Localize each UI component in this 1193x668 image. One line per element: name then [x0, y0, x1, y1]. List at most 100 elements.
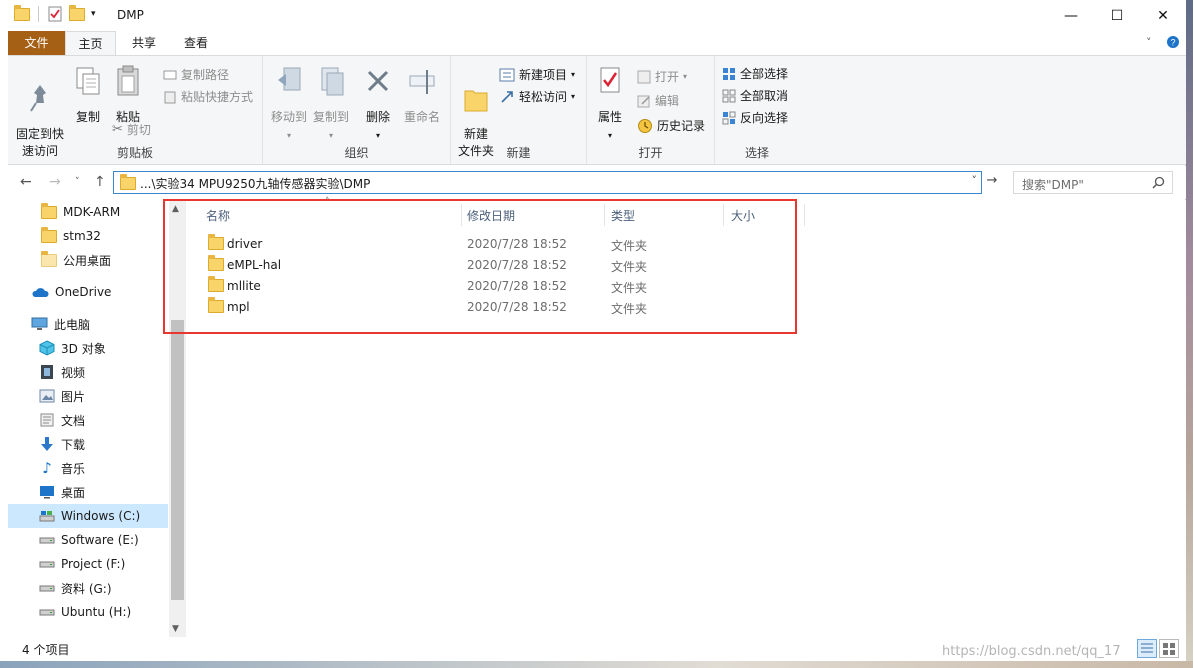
- forward-arrow-icon[interactable]: →: [49, 174, 61, 190]
- file-type: 文件夹: [611, 302, 648, 316]
- open-button[interactable]: 打开 ▾: [637, 68, 687, 85]
- tab-file[interactable]: 文件: [8, 31, 65, 56]
- nav-item-label: Software (E:): [61, 533, 139, 547]
- tab-home[interactable]: 主页: [65, 31, 116, 56]
- nav-item-windows-c[interactable]: Windows (C:): [8, 504, 168, 528]
- address-dropdown-icon[interactable]: ˅: [972, 174, 978, 187]
- properties-dropdown-icon: ▾: [607, 131, 612, 140]
- nav-item-this-pc[interactable]: 此电脑: [8, 312, 168, 336]
- column-header-size[interactable]: 大小: [731, 207, 755, 224]
- column-header-date[interactable]: 修改日期: [467, 207, 515, 224]
- nav-item-onedrive[interactable]: OneDrive: [8, 280, 168, 304]
- open-label: 打开: [655, 70, 680, 84]
- folder-icon: [208, 276, 224, 292]
- scroll-up-icon[interactable]: ▲: [172, 204, 179, 214]
- copy-path-button[interactable]: 复制路径: [163, 66, 229, 83]
- file-name: driver: [227, 237, 263, 251]
- pin-icon: [30, 85, 46, 112]
- nav-item-videos[interactable]: 视频: [8, 360, 168, 384]
- invert-selection-button[interactable]: 反向选择: [722, 109, 788, 126]
- details-view-icon: [1141, 643, 1153, 653]
- qat-dropdown-icon[interactable]: ▾: [91, 9, 96, 19]
- rename-button[interactable]: 重命名: [400, 64, 444, 126]
- address-path[interactable]: ...\实验34 MPU9250九轴传感器实验\DMP: [140, 175, 370, 192]
- cube-icon: [39, 340, 55, 356]
- column-divider[interactable]: [604, 204, 605, 226]
- nav-item-downloads[interactable]: 下载: [8, 432, 168, 456]
- nav-scrollbar[interactable]: ▲ ▼: [169, 200, 186, 637]
- nav-item-mdk-arm[interactable]: MDK-ARM: [8, 200, 168, 224]
- column-header-name[interactable]: 名称: [206, 207, 230, 224]
- recent-locations-icon[interactable]: ˅: [75, 177, 80, 187]
- cut-button[interactable]: ✂ 剪切: [112, 121, 151, 138]
- close-button[interactable]: ✕: [1140, 0, 1186, 31]
- nav-item-software-e[interactable]: Software (E:): [8, 528, 168, 552]
- scrollbar-thumb[interactable]: [171, 320, 184, 600]
- copy-to-button[interactable]: 复制到 ▾: [310, 64, 352, 144]
- collapse-ribbon-icon[interactable]: ˅: [1146, 36, 1152, 49]
- table-row[interactable]: eMPL-hal 2020/7/28 18:52 文件夹: [204, 255, 784, 276]
- tab-share[interactable]: 共享: [119, 31, 169, 56]
- nav-item-stm32[interactable]: stm32: [8, 224, 168, 248]
- easy-access-button[interactable]: 轻松访问 ▾: [499, 88, 575, 105]
- new-folder-icon: [464, 90, 488, 112]
- search-icon[interactable]: [1152, 176, 1165, 189]
- open-group-label: 打开: [638, 146, 663, 160]
- move-to-button[interactable]: 移动到 ▾: [268, 64, 310, 144]
- details-view-button[interactable]: [1137, 639, 1157, 658]
- nav-item-music[interactable]: ♪ 音乐: [8, 456, 168, 480]
- copy-path-label: 复制路径: [181, 68, 230, 82]
- column-divider[interactable]: [723, 204, 724, 226]
- nav-item-public-desktop[interactable]: 公用桌面: [8, 248, 168, 272]
- go-arrow-icon[interactable]: →: [983, 173, 1001, 192]
- column-divider[interactable]: [804, 204, 805, 226]
- minimize-button[interactable]: —: [1048, 0, 1094, 31]
- scroll-down-icon[interactable]: ▼: [172, 624, 179, 634]
- nav-item-pictures[interactable]: 图片: [8, 384, 168, 408]
- search-box[interactable]: 搜索"DMP": [1013, 171, 1173, 194]
- file-list: ˄ 名称 修改日期 类型 大小 driver 2020/7/28 18:52 文…: [186, 197, 1186, 637]
- folder-icon: [41, 202, 57, 219]
- select-group: 全部选择 全部取消 反向选择 选择: [715, 56, 799, 164]
- column-divider[interactable]: [461, 204, 462, 226]
- back-arrow-icon[interactable]: ←: [20, 174, 32, 190]
- file-name: mpl: [227, 300, 250, 314]
- properties-check-icon[interactable]: [47, 6, 63, 22]
- large-icons-view-button[interactable]: [1159, 639, 1179, 658]
- nav-item-ubuntu-h[interactable]: Ubuntu (H:): [8, 600, 168, 624]
- table-row[interactable]: mpl 2020/7/28 18:52 文件夹: [204, 297, 784, 318]
- tab-view[interactable]: 查看: [171, 31, 221, 56]
- column-header-type[interactable]: 类型: [611, 207, 635, 224]
- maximize-button[interactable]: ☐: [1094, 0, 1140, 31]
- open-dropdown-icon: ▾: [683, 72, 688, 81]
- history-button[interactable]: 历史记录: [637, 117, 705, 134]
- folder-icon: [41, 250, 57, 267]
- cloud-icon: [32, 288, 49, 297]
- table-row[interactable]: mllite 2020/7/28 18:52 文件夹: [204, 276, 784, 297]
- edit-button[interactable]: 编辑: [637, 92, 679, 109]
- nav-item-documents[interactable]: 文档: [8, 408, 168, 432]
- help-icon[interactable]: ?: [1166, 35, 1180, 52]
- select-none-button[interactable]: 全部取消: [722, 87, 788, 104]
- nav-item-label: 下载: [61, 437, 86, 452]
- nav-item-label: 公用桌面: [63, 253, 112, 268]
- table-row[interactable]: driver 2020/7/28 18:52 文件夹: [204, 234, 784, 255]
- up-arrow-icon[interactable]: ↑: [94, 174, 106, 190]
- clipboard-group: 固定到快 速访问 复制 粘贴 复制路径 粘贴快捷方式 ✂ 剪切 剪贴板: [8, 56, 263, 164]
- copy-button[interactable]: 复制: [70, 64, 106, 126]
- search-input[interactable]: 搜索"DMP": [1022, 176, 1084, 193]
- nav-item-desktop[interactable]: 桌面: [8, 480, 168, 504]
- address-bar[interactable]: ...\实验34 MPU9250九轴传感器实验\DMP ˅: [113, 171, 982, 194]
- nav-item-ziliao-g[interactable]: 资料 (G:): [8, 576, 168, 600]
- desktop-background-strip: [0, 661, 1193, 668]
- new-folder-icon[interactable]: [69, 4, 85, 21]
- paste-shortcut-button[interactable]: 粘贴快捷方式: [163, 88, 253, 105]
- paste-button[interactable]: 粘贴: [110, 64, 146, 126]
- nav-item-project-f[interactable]: Project (F:): [8, 552, 168, 576]
- new-item-button[interactable]: 新建项目 ▾: [499, 66, 575, 83]
- nav-item-3d-objects[interactable]: 3D 对象: [8, 336, 168, 360]
- delete-button[interactable]: 删除 ▾: [362, 64, 394, 144]
- select-all-button[interactable]: 全部选择: [722, 65, 788, 82]
- properties-button[interactable]: 属性 ▾: [593, 64, 627, 144]
- select-none-label: 全部取消: [740, 89, 789, 103]
